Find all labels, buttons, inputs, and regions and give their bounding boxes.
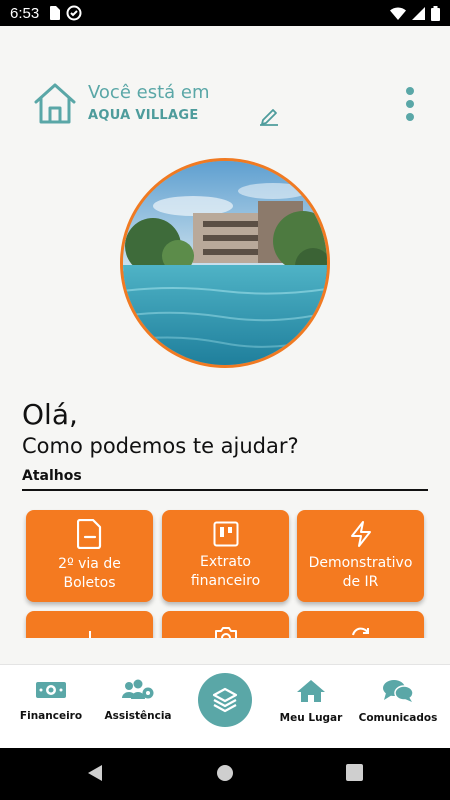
- sim-card-icon: [50, 6, 61, 20]
- greeting-question: Como podemos te ajudar?: [22, 434, 299, 458]
- pool-illustration: [123, 161, 327, 365]
- refresh-icon: [351, 627, 369, 636]
- condo-photo: [120, 158, 330, 368]
- back-icon[interactable]: [86, 764, 104, 782]
- home-icon[interactable]: [32, 80, 78, 126]
- document-minus-icon: [76, 519, 101, 549]
- camera-icon: [214, 627, 237, 638]
- nav-home-fab[interactable]: [198, 673, 252, 727]
- nav-label: Comunicados: [358, 712, 438, 724]
- recents-icon[interactable]: [346, 764, 363, 781]
- greeting-title: Olá,: [22, 398, 78, 431]
- nav-label: Financeiro: [19, 710, 83, 722]
- home-button-icon[interactable]: [216, 764, 234, 782]
- signal-icon: [412, 6, 425, 20]
- pencil-icon[interactable]: [258, 104, 280, 126]
- shortcut-label: Demonstrativo de IR: [308, 555, 413, 590]
- layers-icon: [212, 687, 238, 713]
- location-name[interactable]: AQUA VILLAGE: [88, 108, 199, 123]
- bottom-navigation: Financeiro Assistência Meu Lugar Comunic…: [0, 664, 450, 748]
- shortcut-demonstrativo-ir[interactable]: Demonstrativo de IR: [297, 510, 424, 602]
- more-vertical-icon[interactable]: [398, 86, 422, 122]
- shortcut-boletos[interactable]: 2º via de Boletos: [26, 510, 153, 602]
- system-navigation-bar: [0, 748, 450, 800]
- location-prefix: Você está em: [88, 82, 210, 103]
- add-icon: [88, 631, 91, 638]
- shortcut-extrato[interactable]: Extrato financeiro: [162, 510, 289, 602]
- nav-comunicados[interactable]: Comunicados: [353, 679, 443, 724]
- data-saver-icon: [66, 5, 82, 21]
- statement-icon: [213, 521, 238, 547]
- shortcut-label: 2º via de Boletos: [58, 556, 121, 591]
- shortcut-tile-5[interactable]: [162, 611, 289, 638]
- shortcut-tile-4[interactable]: [26, 611, 153, 638]
- wifi-icon: [390, 6, 406, 20]
- battery-icon: [431, 5, 440, 21]
- shortcuts-divider: [22, 489, 428, 491]
- money-icon: [36, 682, 66, 698]
- nav-assistencia[interactable]: Assistência: [93, 679, 183, 722]
- house-icon: [297, 680, 325, 702]
- status-time: 6:53: [10, 4, 40, 22]
- nav-label: Assistência: [104, 710, 172, 722]
- chat-icon: [383, 680, 414, 702]
- shortcuts-heading: Atalhos: [22, 468, 82, 484]
- nav-meu-lugar[interactable]: Meu Lugar: [266, 679, 356, 724]
- nav-label: Meu Lugar: [279, 712, 343, 724]
- users-gear-icon: [122, 679, 154, 699]
- shortcut-tile-6[interactable]: [297, 611, 424, 638]
- location-header: Você está em AQUA VILLAGE: [0, 70, 450, 140]
- shortcut-label: Extrato financeiro: [190, 554, 261, 589]
- lightning-icon: [350, 521, 371, 547]
- status-bar: 6:53: [0, 0, 450, 26]
- nav-financeiro[interactable]: Financeiro: [6, 679, 96, 722]
- shortcuts-grid: 2º via de Boletos Extrato financeiro Dem…: [0, 508, 450, 638]
